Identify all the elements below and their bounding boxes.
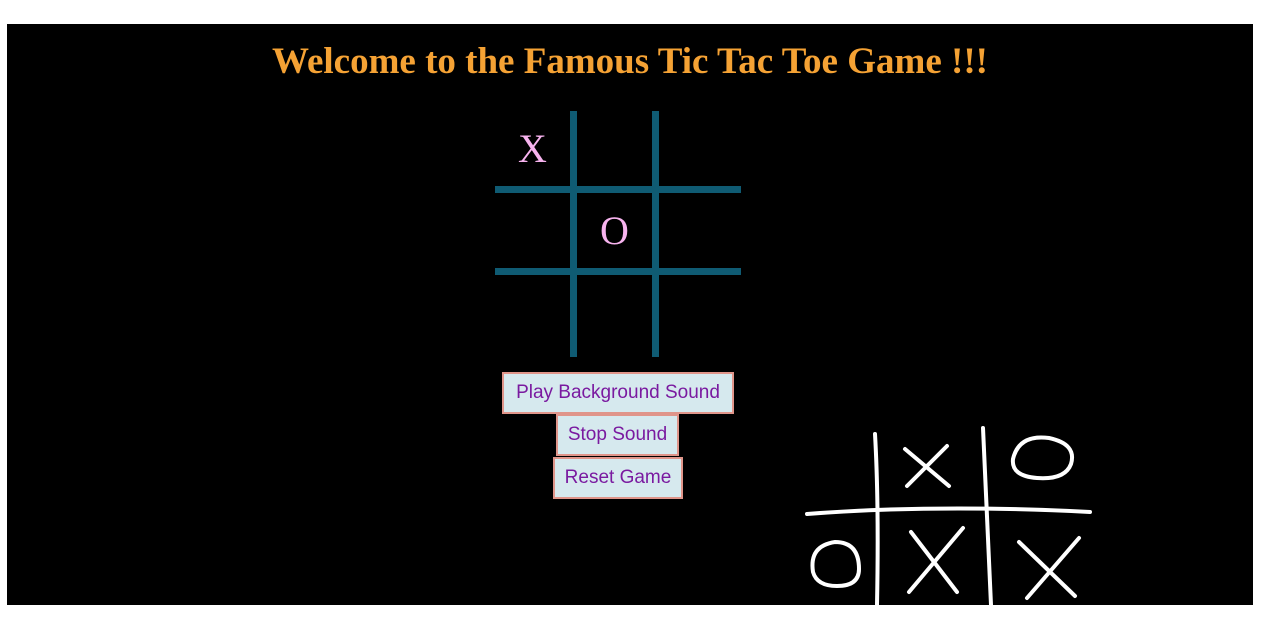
board-cell-7[interactable] [495,275,570,357]
board-cell-4[interactable] [495,193,570,268]
stop-sound-button[interactable]: Stop Sound [556,414,679,456]
play-background-sound-button[interactable]: Play Background Sound [502,372,734,414]
board-cell-3[interactable] [659,111,741,186]
board-cell-8[interactable] [577,275,652,357]
board-cell-1[interactable]: X [495,111,570,186]
reset-game-button[interactable]: Reset Game [553,457,683,499]
game-board: X O [495,111,741,357]
page-title: Welcome to the Famous Tic Tac Toe Game !… [272,41,988,82]
grid-line-horizontal-1 [495,186,741,193]
grid-line-vertical-1 [570,111,577,357]
board-cell-9[interactable] [659,275,741,357]
board-cell-6[interactable] [659,193,741,268]
grid-line-horizontal-2 [495,268,741,275]
game-stage: Welcome to the Famous Tic Tac Toe Game !… [7,24,1253,605]
board-cell-2[interactable] [577,111,652,186]
board-cell-5[interactable]: O [577,193,652,268]
grid-line-vertical-2 [652,111,659,357]
chalk-tic-tac-toe-illustration-icon [805,426,1092,605]
